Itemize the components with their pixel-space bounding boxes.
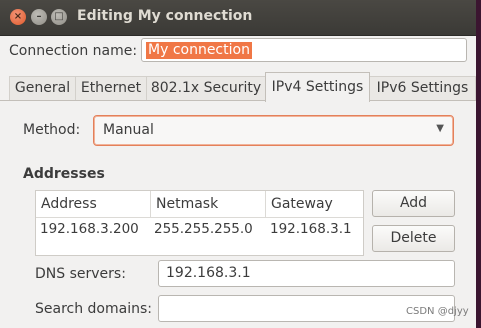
addresses-heading: Addresses [23, 166, 105, 182]
title-bar[interactable]: × – □ Editing My connection [0, 0, 476, 36]
tab-ipv6-settings[interactable]: IPv6 Settings [369, 76, 476, 101]
table-cell-address[interactable]: 192.168.3.200 [40, 221, 139, 237]
window-title: Editing My connection [77, 8, 253, 24]
table-header-divider [36, 217, 363, 218]
connection-name-input[interactable]: My connection [141, 38, 467, 62]
table-cell-gateway[interactable]: 192.168.3.1 [270, 221, 352, 237]
tab-8021x-security[interactable]: 802.1x Security [146, 76, 266, 101]
method-select[interactable]: Manual ▼ [93, 115, 454, 146]
method-label: Method: [23, 122, 81, 138]
table-cell-netmask[interactable]: 255.255.255.0 [154, 221, 253, 237]
maximize-icon[interactable]: □ [51, 9, 67, 25]
tab-ethernet[interactable]: Ethernet [75, 76, 147, 101]
dialog-window: × – □ Editing My connection Connection n… [0, 0, 476, 328]
method-value: Manual [103, 122, 154, 138]
tab-ipv4-settings[interactable]: IPv4 Settings [265, 72, 370, 102]
search-domains-label: Search domains: [35, 301, 152, 317]
column-header-netmask[interactable]: Netmask [151, 191, 266, 217]
dns-servers-label: DNS servers: [35, 266, 126, 282]
tab-bar: General Ethernet 802.1x Security IPv4 Se… [9, 71, 476, 102]
watermark: CSDN @djyy [406, 306, 469, 317]
add-address-button[interactable]: Add [372, 190, 455, 217]
dns-servers-input[interactable]: 192.168.3.1 [158, 260, 455, 287]
tab-divider [0, 100, 476, 101]
tab-general[interactable]: General [9, 76, 76, 101]
minimize-icon[interactable]: – [31, 9, 47, 25]
connection-name-value: My connection [146, 42, 252, 59]
delete-address-button[interactable]: Delete [372, 225, 455, 252]
dropdown-arrow-icon: ▼ [436, 123, 444, 134]
column-header-gateway[interactable]: Gateway [266, 191, 363, 217]
connection-name-label: Connection name: [9, 43, 138, 59]
close-icon[interactable]: × [10, 9, 26, 25]
column-header-address[interactable]: Address [36, 191, 151, 217]
addresses-table[interactable]: Address Netmask Gateway 192.168.3.200 25… [35, 190, 364, 256]
